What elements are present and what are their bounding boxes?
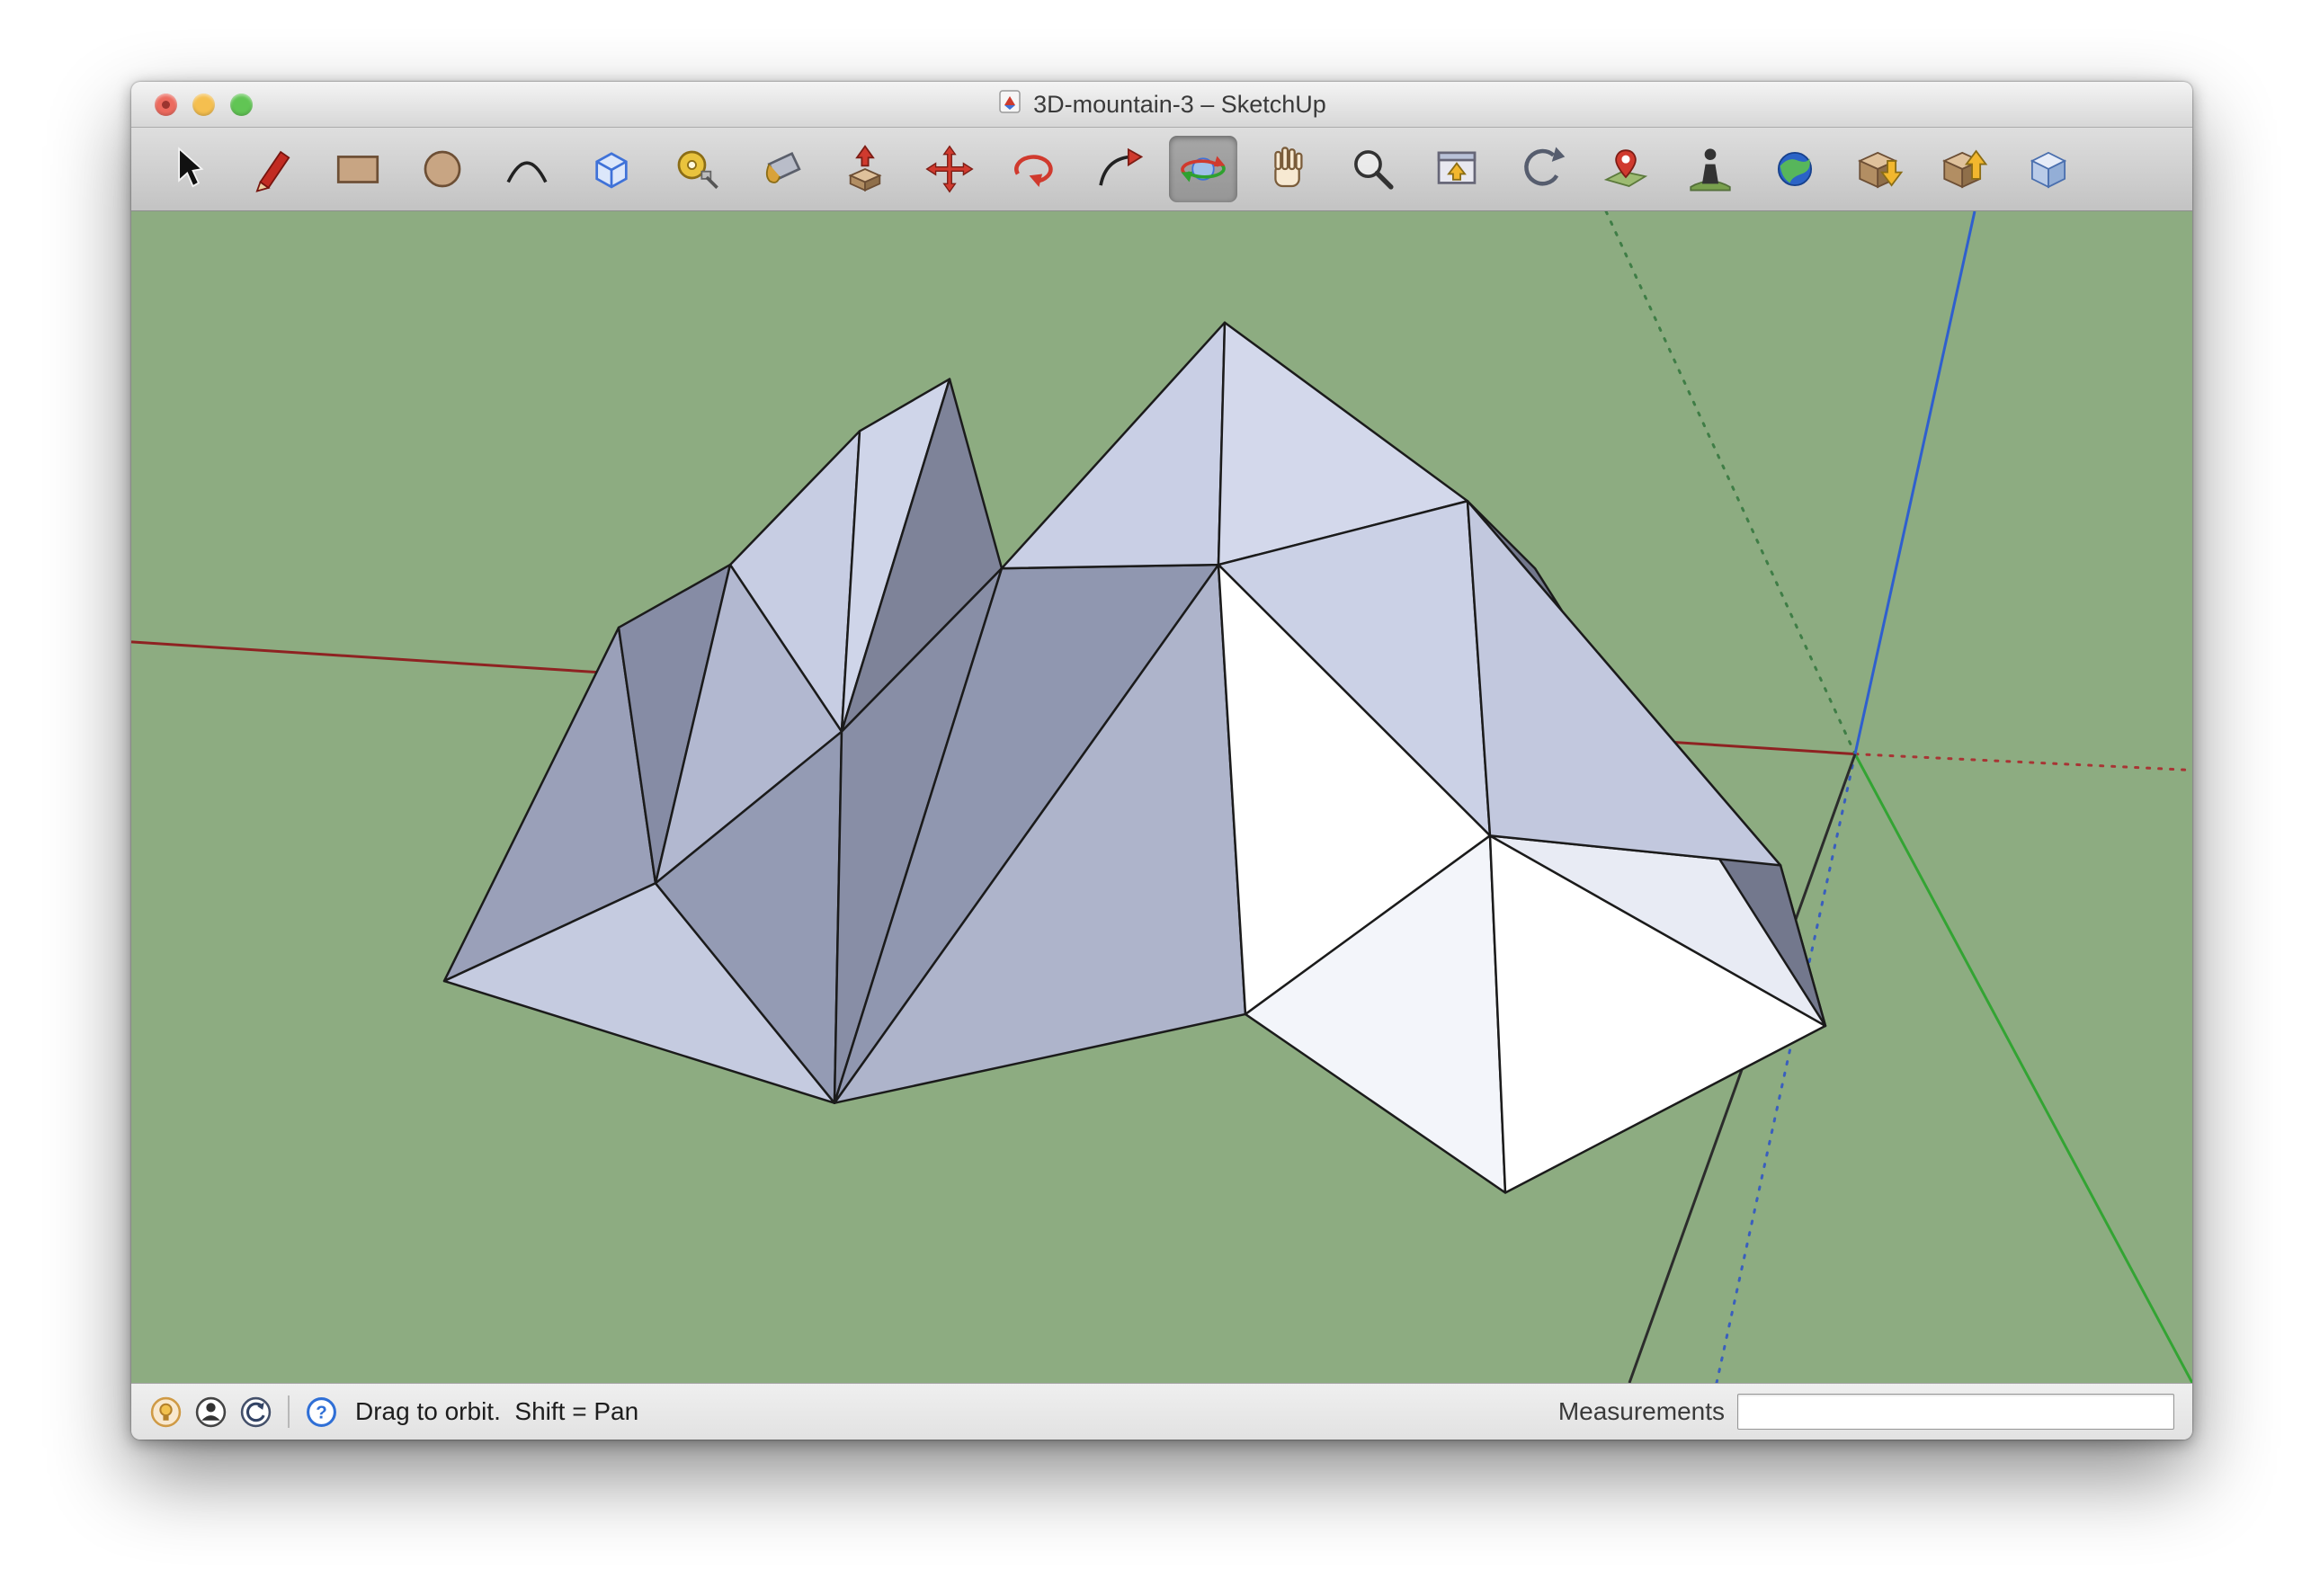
zoom-extents-icon — [1431, 143, 1483, 195]
tape-measure-icon — [670, 143, 722, 195]
model-svg — [131, 211, 2192, 1383]
previous-view-button[interactable] — [1507, 136, 1575, 202]
get-models-icon — [1853, 143, 1905, 195]
minimize-button[interactable] — [192, 94, 215, 116]
share-model-button[interactable] — [1930, 136, 1998, 202]
refresh-status-icon[interactable] — [239, 1395, 272, 1429]
orbit-icon — [1177, 143, 1229, 195]
mountain-face-20[interactable] — [1468, 501, 1780, 865]
measurements-input[interactable] — [1737, 1394, 2174, 1430]
green-axis-solid — [1855, 754, 2192, 1383]
rectangle-button[interactable] — [324, 136, 392, 202]
follow-me-icon — [1093, 143, 1145, 195]
statusbar-divider — [288, 1395, 290, 1428]
add-location-button[interactable] — [1592, 136, 1660, 202]
warehouse-button[interactable] — [2014, 136, 2083, 202]
select-icon — [163, 143, 215, 195]
orbit-button[interactable] — [1169, 136, 1237, 202]
zoom-window-button[interactable] — [230, 94, 253, 116]
arc-button[interactable] — [493, 136, 561, 202]
user-status-icon[interactable] — [194, 1395, 228, 1429]
zoom-extents-button[interactable] — [1423, 136, 1491, 202]
push-pull-icon — [839, 143, 891, 195]
move-button[interactable] — [915, 136, 984, 202]
svg-text:?: ? — [316, 1402, 327, 1422]
unsaved-dot — [162, 101, 170, 109]
zoom-icon — [1346, 143, 1398, 195]
line-icon — [247, 143, 299, 195]
follow-me-button[interactable] — [1084, 136, 1153, 202]
rotate-icon — [1008, 143, 1060, 195]
window-title: 3D-mountain-3 – SketchUp — [1033, 91, 1326, 119]
circle-icon — [416, 143, 468, 195]
share-model-icon — [1938, 143, 1990, 195]
add-location-icon — [1600, 143, 1652, 195]
circle-button[interactable] — [408, 136, 477, 202]
toolbar — [131, 128, 2192, 211]
google-earth-button[interactable] — [1761, 136, 1829, 202]
title-bar[interactable]: 3D-mountain-3 – SketchUp — [131, 82, 2192, 128]
arc-icon — [501, 143, 553, 195]
blue-axis-solid — [1855, 211, 1975, 754]
close-button[interactable] — [155, 94, 177, 116]
line-button[interactable] — [239, 136, 308, 202]
get-models-button[interactable] — [1845, 136, 1914, 202]
previous-view-icon — [1515, 143, 1567, 195]
mountain-face-12[interactable] — [1002, 323, 1225, 568]
photo-textures-icon — [1684, 143, 1736, 195]
traffic-lights — [155, 82, 253, 127]
google-earth-icon — [1769, 143, 1821, 195]
rotate-button[interactable] — [1000, 136, 1068, 202]
window-title-group: 3D-mountain-3 – SketchUp — [997, 89, 1326, 120]
photo-textures-button[interactable] — [1676, 136, 1744, 202]
zoom-button[interactable] — [1338, 136, 1406, 202]
paint-bucket-icon — [754, 143, 807, 195]
viewport[interactable] — [131, 211, 2192, 1383]
status-bar: ? Drag to orbit. Shift = Pan Measurement… — [131, 1383, 2192, 1440]
warehouse-icon — [2022, 143, 2074, 195]
pan-icon — [1262, 143, 1314, 195]
tape-measure-button[interactable] — [662, 136, 730, 202]
make-component-button[interactable] — [577, 136, 646, 202]
red-axis-dotted — [1855, 754, 2192, 771]
measurements-label: Measurements — [1558, 1397, 1725, 1426]
pan-button[interactable] — [1254, 136, 1322, 202]
low-poly-mountain-mesh — [444, 323, 1825, 1193]
select-button[interactable] — [155, 136, 223, 202]
measurements-group: Measurements — [1558, 1394, 2174, 1430]
green-axis-dotted — [1606, 211, 1855, 754]
push-pull-button[interactable] — [831, 136, 899, 202]
sketchup-window: 3D-mountain-3 – SketchUp ? Drag to orbit… — [131, 82, 2192, 1440]
make-component-icon — [585, 143, 638, 195]
paint-bucket-button[interactable] — [746, 136, 815, 202]
move-icon — [923, 143, 976, 195]
lightbulb-status-icon[interactable] — [149, 1395, 183, 1429]
help-icon[interactable]: ? — [305, 1395, 338, 1429]
rectangle-icon — [332, 143, 384, 195]
statusbar-hint: Drag to orbit. Shift = Pan — [355, 1397, 638, 1426]
document-icon — [997, 89, 1022, 120]
